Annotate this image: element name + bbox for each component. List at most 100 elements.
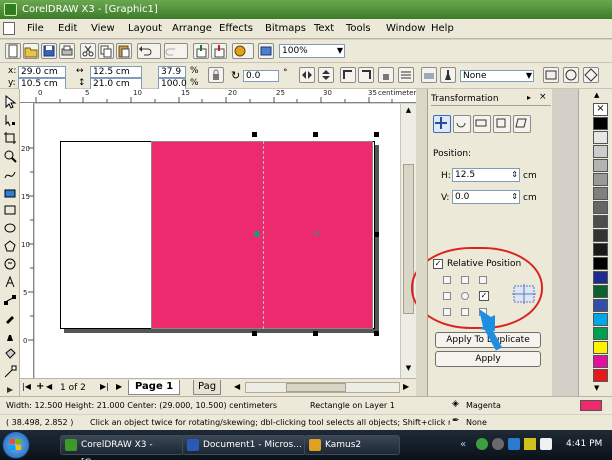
scale-x-field[interactable]: 37.9 — [158, 66, 186, 78]
tray-arrow-icon[interactable]: « — [460, 439, 466, 450]
tray-icon[interactable] — [492, 438, 504, 450]
outline-pen-icon[interactable] — [440, 67, 456, 83]
convert-to-curves-icon[interactable] — [543, 67, 559, 83]
color-swatch[interactable] — [593, 173, 608, 186]
document-icon[interactable] — [3, 22, 15, 35]
x-position-field[interactable]: 29.0 cm — [18, 66, 66, 78]
horizontal-scrollbar[interactable] — [245, 382, 400, 393]
prev-page-icon[interactable]: ◀ — [46, 382, 52, 391]
menu-edit[interactable]: Edit — [58, 23, 77, 34]
size-tab-icon[interactable] — [493, 115, 511, 133]
application-launcher-icon[interactable] — [232, 43, 254, 59]
start-button[interactable] — [2, 431, 30, 459]
rotation-center-marker[interactable]: × — [313, 230, 321, 239]
selection-handle[interactable] — [374, 132, 379, 137]
crop-tool-icon[interactable] — [3, 131, 17, 145]
menu-file[interactable]: File — [27, 23, 44, 34]
menu-bitmaps[interactable]: Bitmaps — [265, 23, 306, 34]
tab-page-2[interactable]: Pag — [193, 380, 222, 395]
scroll-up-icon[interactable]: ▲ — [403, 106, 414, 116]
corner-top-right-icon[interactable] — [358, 67, 374, 83]
outline-tool-icon[interactable] — [3, 329, 17, 343]
polygon-tool-icon[interactable] — [3, 239, 17, 253]
open-icon[interactable] — [23, 43, 39, 59]
add-page-icon[interactable]: + — [36, 381, 44, 392]
scroll-down-icon[interactable]: ▼ — [403, 364, 414, 374]
skew-tab-icon[interactable] — [513, 115, 531, 133]
rectangle-tool-icon[interactable] — [3, 203, 17, 217]
selection-handle[interactable] — [252, 331, 257, 336]
docker-tab-strip[interactable] — [416, 89, 428, 396]
redo-icon[interactable] — [164, 43, 188, 59]
corner-top-left-icon[interactable] — [340, 67, 356, 83]
pick-tool-icon[interactable] — [3, 95, 17, 109]
fill-tool-icon[interactable] — [3, 347, 17, 361]
fill-color-swatch[interactable] — [580, 400, 602, 411]
paste-icon[interactable] — [116, 43, 132, 59]
color-swatch[interactable] — [593, 257, 608, 270]
toolbox-expand-icon[interactable] — [3, 383, 17, 393]
horizontal-scroll-thumb[interactable] — [286, 383, 346, 392]
color-swatch[interactable] — [593, 299, 608, 312]
color-swatch[interactable] — [593, 285, 608, 298]
taskbar-item-kamus[interactable]: Kamus2 — [304, 435, 400, 455]
eyedropper-tool-icon[interactable] — [3, 311, 17, 325]
corner-lock-icon[interactable] — [378, 67, 394, 83]
menu-text[interactable]: Text — [314, 23, 334, 34]
apply-button[interactable]: Apply — [435, 351, 541, 367]
text-tool-icon[interactable] — [3, 275, 17, 289]
palette-scroll-up-icon[interactable]: ▲ — [594, 91, 599, 99]
interactive-blend-tool-icon[interactable] — [3, 293, 17, 307]
horizontal-ruler[interactable]: 0 5 10 15 20 25 30 35 centimeters — [20, 89, 420, 103]
network-tray-icon[interactable] — [524, 438, 536, 450]
color-swatch[interactable] — [593, 355, 608, 368]
vertical-ruler[interactable]: 20 15 10 5 0 — [20, 103, 34, 378]
scale-tab-icon[interactable] — [473, 115, 491, 133]
outline-width-dropdown[interactable]: None ▼ — [460, 70, 534, 82]
color-swatch[interactable] — [593, 131, 608, 144]
zoom-tool-icon[interactable] — [3, 149, 17, 163]
menu-window[interactable]: Window — [386, 23, 425, 34]
menu-effects[interactable]: Effects — [219, 23, 253, 34]
cut-icon[interactable] — [80, 43, 96, 59]
tray-icon[interactable] — [476, 438, 488, 450]
docker-close-icon[interactable]: × — [539, 92, 547, 102]
selection-handle[interactable] — [252, 132, 257, 137]
no-fill-swatch[interactable]: × — [593, 103, 608, 116]
save-icon[interactable] — [41, 43, 57, 59]
drawing-canvas[interactable]: × — [35, 104, 400, 378]
color-swatch[interactable] — [593, 187, 608, 200]
menu-tools[interactable]: Tools — [346, 23, 371, 34]
scroll-right-icon[interactable]: ▶ — [403, 382, 409, 391]
color-swatch[interactable] — [593, 229, 608, 242]
new-icon[interactable] — [5, 43, 21, 59]
rotation-field[interactable]: 0.0 — [243, 70, 279, 82]
taskbar-item-word[interactable]: Document1 - Micros... — [182, 435, 306, 455]
selection-handle[interactable] — [374, 331, 379, 336]
width-field[interactable]: 12.5 cm — [90, 66, 142, 78]
first-page-icon[interactable]: |◀ — [22, 382, 34, 394]
menu-arrange[interactable]: Arrange — [172, 23, 212, 34]
color-swatch[interactable] — [593, 201, 608, 214]
freehand-tool-icon[interactable] — [3, 167, 17, 181]
selected-rectangle[interactable] — [151, 141, 373, 329]
position-tab-icon[interactable] — [433, 115, 451, 133]
center-marker[interactable] — [254, 231, 260, 237]
palette-scroll-down-icon[interactable]: ▼ — [594, 384, 599, 392]
color-swatch[interactable] — [593, 327, 608, 340]
basic-shapes-tool-icon[interactable] — [3, 257, 17, 271]
color-swatch[interactable] — [593, 369, 608, 382]
selection-handle[interactable] — [374, 232, 379, 237]
smart-fill-tool-icon[interactable] — [3, 185, 17, 199]
welcome-screen-icon[interactable] — [258, 43, 274, 59]
last-page-icon[interactable]: ▶ — [116, 382, 122, 391]
h-position-field[interactable]: 12.5 ⇕ — [452, 168, 520, 182]
zoom-dropdown[interactable]: 100% ▼ — [279, 44, 345, 58]
vertical-scrollbar[interactable]: ▲ ▼ — [400, 104, 416, 378]
copy-icon[interactable] — [98, 43, 114, 59]
rotate-tab-icon[interactable] — [453, 115, 471, 133]
menu-view[interactable]: View — [91, 23, 115, 34]
transparency-icon[interactable] — [583, 67, 599, 83]
taskbar-clock[interactable]: 4:41 PM — [566, 439, 602, 449]
color-swatch[interactable] — [593, 271, 608, 284]
